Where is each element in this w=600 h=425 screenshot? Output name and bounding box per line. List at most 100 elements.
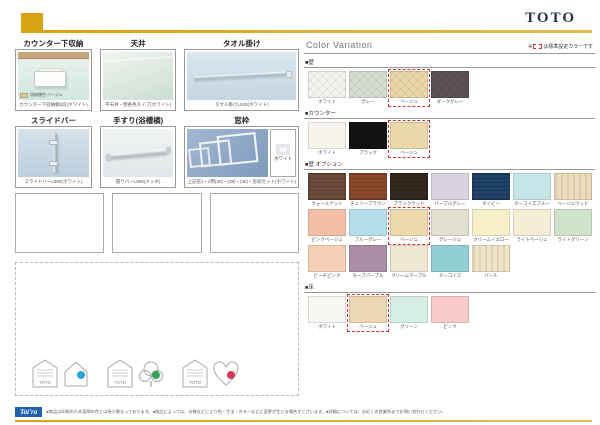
eco-tag-icon: TOTO: [30, 357, 60, 389]
product-panel-slide-bar: スライドバー スライドバーL850(ホワイト): [15, 115, 92, 188]
color-swatch-cell: クリームイエロー: [472, 209, 510, 243]
color-swatch-label: ウォールナット: [308, 200, 346, 207]
color-section: ■カウンター ホワイト ブラック ベージュ: [304, 107, 595, 156]
color-swatch: [308, 122, 346, 149]
ceiling-highlight: [103, 55, 174, 63]
color-swatch: [431, 209, 469, 236]
grab-bar-cap: [105, 154, 111, 161]
swatch-row: ホワイト ベージュ グリーン ピンク: [304, 293, 595, 330]
product-panel-grab-bar: 手すり(浴槽横) 握りバーL800(メッキ): [100, 115, 177, 188]
window-frame-small: [188, 147, 211, 168]
color-swatch-cell: ウォールナット: [308, 173, 346, 207]
eco-labels-row: TOTO TOTO TOTO: [30, 357, 241, 389]
color-section: ■壁 ホワイト グレー ベージュ ダークグレー: [304, 56, 595, 105]
grab-bar-cap: [165, 147, 171, 154]
products-column: カウンター下収納 収納棚色 ベージュ カウンター下収納棚2段(ホワイト) 天井 …: [15, 38, 299, 396]
towel-rack-photo: [187, 52, 296, 100]
color-swatch: [554, 209, 592, 236]
empty-panel: [112, 193, 201, 253]
product-caption: 平天井・壁各色タイプ(ホワイト): [103, 100, 174, 108]
grab-bar-photo: [103, 129, 174, 177]
color-swatch: [349, 122, 387, 149]
empty-panel: [15, 193, 104, 253]
color-swatch-label: パール: [472, 272, 510, 279]
color-swatch-cell: パープルグレー: [431, 173, 469, 207]
color-swatch-label: クリームマーブル: [390, 272, 428, 279]
header-gold-rule: [43, 30, 592, 33]
color-swatch-cell: ホワイト: [308, 122, 346, 156]
product-title: スライドバー: [15, 115, 92, 126]
color-variation-sections: ■壁 ホワイト グレー ベージュ ダークグレー ■カウンター ホワイト ブラック…: [304, 56, 595, 330]
swatch-row: ホワイト グレー ベージュ ダークグレー: [304, 68, 595, 105]
legend-text: 収納棚色 ベージュ: [30, 92, 63, 98]
color-swatch: [431, 71, 469, 98]
eco-dot: [152, 371, 160, 379]
color-swatch-cell: パール: [472, 245, 510, 279]
color-swatch: [390, 71, 428, 98]
swatch-row: ウォールナット チェリーブラウン ブラックウッド パープルグレー ネイビー ター…: [304, 170, 595, 279]
product-title: タオル掛け: [184, 38, 299, 49]
eco-dot: [77, 371, 85, 379]
legend-color-chip: [20, 93, 28, 98]
color-swatch-cell: モーブパープル: [349, 245, 387, 279]
product-image-box: 握りバーL800(メッキ): [100, 126, 177, 188]
color-swatch-label: グレー: [349, 98, 387, 105]
product-title: 天井: [100, 38, 177, 49]
color-swatch-label: ライトベージュ: [513, 236, 551, 243]
color-swatch: [349, 296, 387, 323]
product-panel-window-frame: 窓枠 ホワイト 上記窓1・2用(30)・(39)・(45)・窓枠セット(ホワイト…: [184, 115, 299, 188]
storage-shelf: [34, 71, 67, 87]
color-swatch-label: ホワイト: [308, 98, 346, 105]
grab-bar: [106, 149, 168, 158]
color-swatch-cell: ブルーグレー: [349, 209, 387, 243]
towel-bar-bracket: [286, 71, 292, 78]
color-swatch-label: パープルグレー: [431, 200, 469, 207]
color-section: ■壁 オプション ウォールナット チェリーブラウン ブラックウッド パープルグレ…: [304, 158, 595, 279]
color-swatch-label: ブラック: [349, 149, 387, 156]
tree-outline-icon: [136, 357, 166, 389]
house-outline-icon: [61, 357, 91, 389]
color-swatch-cell: ピーチピンク: [308, 245, 346, 279]
frame-color-box: ホワイト: [270, 129, 296, 177]
color-swatch-cell: グレージュ: [431, 209, 469, 243]
window-frames-image: [187, 129, 268, 177]
product-caption: カウンター下収納棚2段(ホワイト): [18, 100, 89, 108]
color-variation-column: Color Variation ※ は標準設定カラーです ■壁 ホワイト グレー…: [304, 38, 595, 396]
color-swatch-label: クリームイエロー: [472, 236, 510, 243]
product-image-box: 収納棚色 ベージュ カウンター下収納棚2段(ホワイト): [15, 49, 92, 111]
color-swatch: [431, 173, 469, 200]
slide-bar-holder: [49, 161, 58, 166]
window-frame-photo: ホワイト: [187, 129, 296, 177]
color-swatch: [390, 122, 428, 149]
color-section-label: ■壁 オプション: [304, 158, 595, 170]
svg-text:TOTO: TOTO: [39, 380, 52, 385]
towel-bar: [194, 72, 287, 80]
red-dashed-box-icon: [533, 44, 542, 49]
product-image-box: ホワイト 上記窓1・2用(30)・(39)・(45)・窓枠セット(ホワイト): [184, 126, 299, 188]
color-swatch: [349, 71, 387, 98]
color-swatch-cell: ブラック: [349, 122, 387, 156]
eco-dot: [227, 371, 235, 379]
color-swatch-cell: ライトベージュ: [513, 209, 551, 243]
color-swatch: [472, 209, 510, 236]
empty-panels-row: [15, 193, 299, 253]
color-swatch-cell: クリームマーブル: [390, 245, 428, 279]
note-suffix: は標準設定カラーです: [543, 43, 593, 50]
color-swatch-cell-highlighted: ベージュ: [390, 209, 428, 243]
color-swatch-label: ベージュ: [390, 236, 428, 243]
product-title: 手すり(浴槽横): [100, 115, 177, 126]
product-title: カウンター下収納: [15, 38, 92, 49]
eco-tag-icon: TOTO: [105, 357, 135, 389]
svg-text:TOTO: TOTO: [114, 380, 127, 385]
color-swatch-label: グリーン: [390, 323, 428, 330]
color-section: ■床 ホワイト ベージュ グリーン ピンク: [304, 281, 595, 330]
product-panel-towel-rack: タオル掛け タオル掛けL630(ホワイト): [184, 38, 299, 111]
color-swatch: [308, 173, 346, 200]
color-variation-header: Color Variation ※ は標準設定カラーです: [304, 38, 595, 54]
color-swatch: [390, 209, 428, 236]
color-swatch-cell: ピンク: [431, 296, 469, 330]
color-swatch: [308, 209, 346, 236]
note-prefix: ※: [528, 44, 532, 50]
color-swatch: [513, 209, 551, 236]
product-image-box: 平天井・壁各色タイプ(ホワイト): [100, 49, 177, 111]
